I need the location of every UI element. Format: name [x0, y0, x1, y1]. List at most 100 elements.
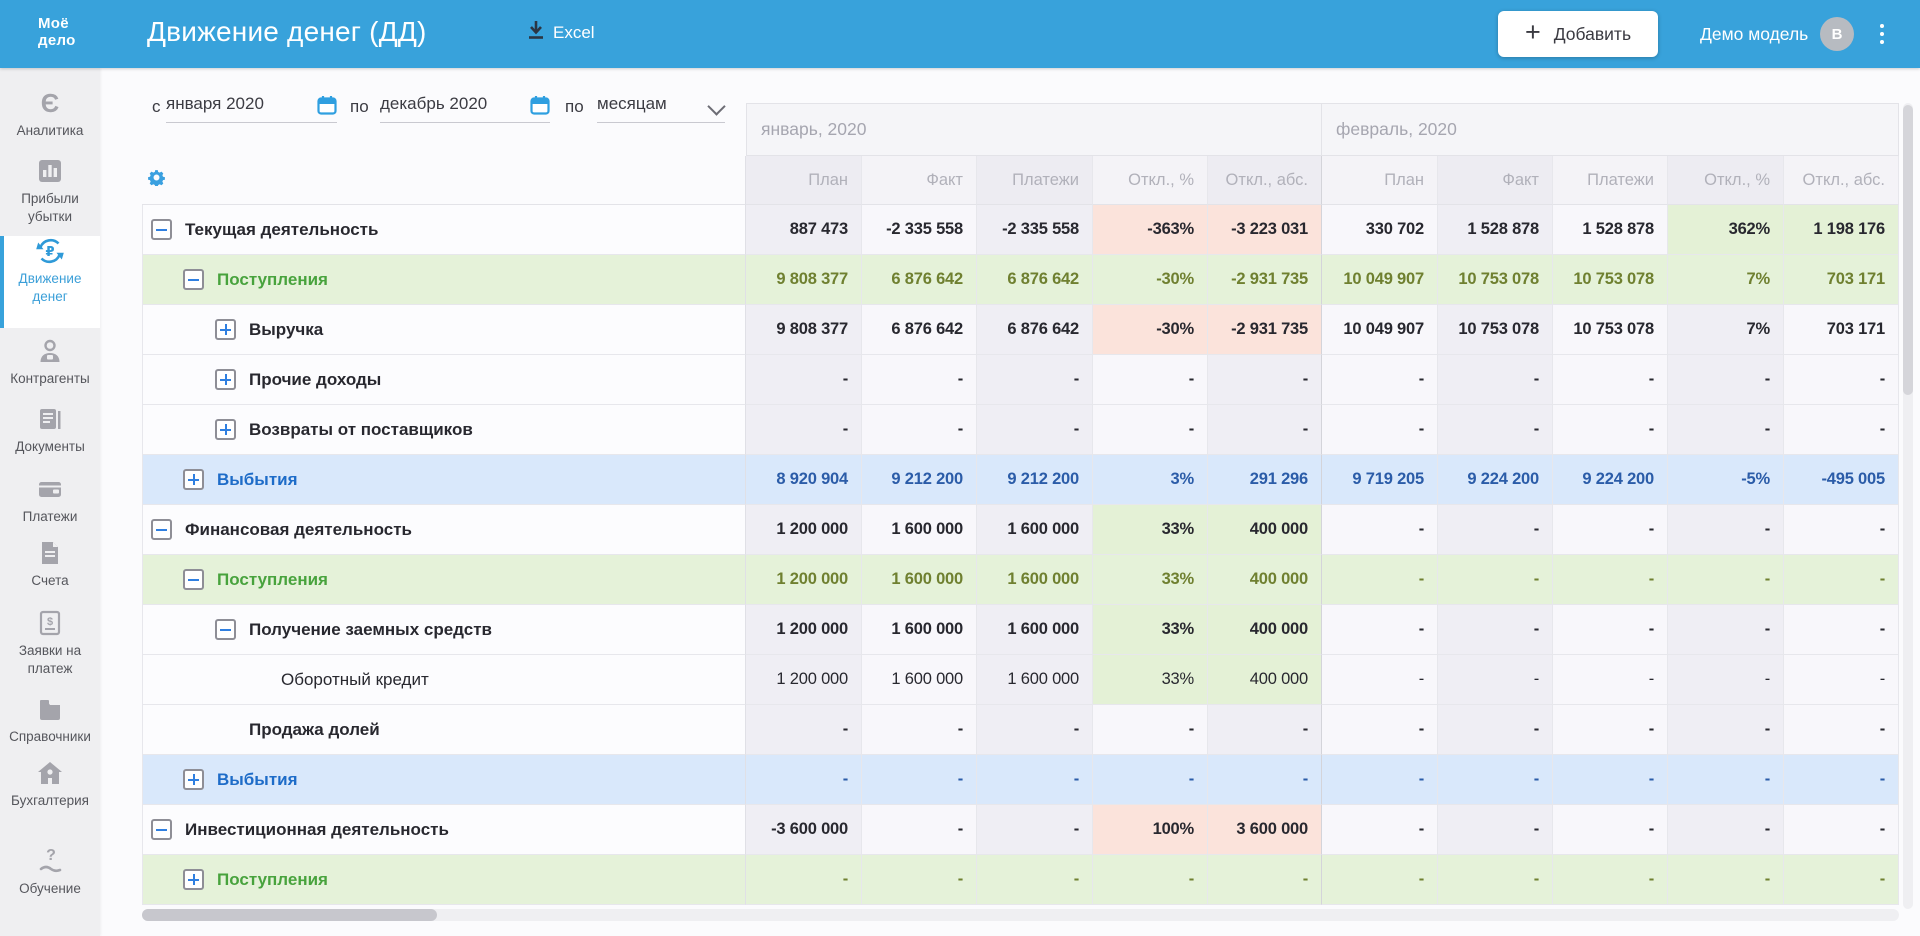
cell: - [1208, 355, 1322, 405]
row-label-text: Выручка [249, 320, 323, 340]
row-label[interactable]: Поступления [142, 855, 746, 905]
cell: 1 198 176 [1784, 205, 1899, 255]
cell: -30% [1093, 305, 1208, 355]
expand-icon[interactable] [215, 319, 236, 340]
cell: - [1784, 805, 1899, 855]
sidebar-item-label: Движение [19, 271, 82, 287]
cell: 100% [1093, 805, 1208, 855]
cell: 1 600 000 [862, 605, 977, 655]
row-label[interactable]: Поступления [142, 555, 746, 605]
cell: - [1784, 505, 1899, 555]
row-label[interactable]: Поступления [142, 255, 746, 305]
cell: - [1322, 555, 1438, 605]
expand-icon[interactable] [183, 469, 204, 490]
cell: - [1784, 755, 1899, 805]
expand-icon[interactable] [183, 869, 204, 890]
excel-export-button[interactable]: Excel [527, 20, 595, 45]
sidebar-item-analytics[interactable]: ЄАналитика [0, 88, 100, 154]
cell: - [746, 755, 862, 805]
sidebar-item-profit-loss[interactable]: Прибылиубытки [0, 156, 100, 238]
cell: - [1668, 405, 1784, 455]
cell: 1 528 878 [1553, 205, 1668, 255]
cash-flow-table: январь, 2020февраль, 2020 ПланФактПлатеж… [142, 103, 1899, 905]
cell: 703 171 [1784, 305, 1899, 355]
app-logo[interactable]: Моё дело [38, 15, 76, 49]
cell: 9 212 200 [977, 455, 1093, 505]
row-label[interactable]: Получение заемных средств [142, 605, 746, 655]
cell: - [1438, 655, 1553, 705]
cell: - [746, 855, 862, 905]
row-label[interactable]: Оборотный кредит [142, 655, 746, 705]
cell: - [977, 755, 1093, 805]
cell: - [1553, 605, 1668, 655]
cell: - [1322, 655, 1438, 705]
row-label[interactable]: Инвестиционная деятельность [142, 805, 746, 855]
cell: - [1322, 405, 1438, 455]
row-label[interactable]: Возвраты от поставщиков [142, 405, 746, 455]
sidebar-item-training[interactable]: ?Обучение [0, 846, 100, 912]
row-label[interactable]: Текущая деятельность [142, 205, 746, 255]
cell: 400 000 [1208, 605, 1322, 655]
row-label[interactable]: Прочие доходы [142, 355, 746, 405]
column-header: План [746, 156, 862, 205]
row-label[interactable]: Выручка [142, 305, 746, 355]
cell: - [977, 805, 1093, 855]
column-header: Факт [862, 156, 977, 205]
collapse-icon[interactable] [151, 219, 172, 240]
cell: 9 212 200 [862, 455, 977, 505]
logo-line2: дело [38, 32, 76, 49]
avatar[interactable]: В [1820, 17, 1854, 51]
sidebar-item-label: Счета [31, 573, 68, 589]
analytics-icon: Є [41, 88, 60, 118]
sidebar-item-payments[interactable]: Платежи [0, 474, 100, 538]
sidebar-item-invoices[interactable]: Счета [0, 538, 100, 602]
sidebar-item-payment-request[interactable]: $Заявки наплатеж [0, 608, 100, 692]
sidebar-item-contractors[interactable]: Контрагенты [0, 336, 100, 400]
table-grid: ПланФактПлатежиОткл., %Откл., абс.ПланФа… [142, 156, 1899, 905]
collapse-icon[interactable] [183, 569, 204, 590]
vertical-scrollbar[interactable] [1903, 103, 1913, 909]
expand-icon[interactable] [215, 369, 236, 390]
collapse-icon[interactable] [183, 269, 204, 290]
report-settings-button[interactable] [148, 169, 173, 191]
download-icon [527, 20, 545, 45]
sidebar-item-documents[interactable]: Документы [0, 404, 100, 468]
payments-icon [37, 474, 63, 504]
sidebar-item-directories[interactable]: Справочники [0, 694, 100, 758]
cell: 33% [1093, 505, 1208, 555]
invoices-icon [37, 538, 63, 568]
collapse-icon[interactable] [151, 819, 172, 840]
account-name[interactable]: Демо модель [1700, 0, 1808, 68]
cell: - [1438, 705, 1553, 755]
collapse-icon[interactable] [215, 619, 236, 640]
row-label-text: Оборотный кредит [281, 670, 429, 690]
horizontal-scrollbar[interactable] [142, 909, 1899, 921]
row-label[interactable]: Продажа долей [142, 705, 746, 755]
cell: - [1438, 855, 1553, 905]
cell: 10 049 907 [1322, 255, 1438, 305]
cell: 1 200 000 [746, 555, 862, 605]
row-label[interactable]: Выбытия [142, 455, 746, 505]
kebab-menu-icon[interactable] [1872, 0, 1892, 68]
add-button[interactable]: + Добавить [1498, 11, 1658, 57]
payment-request-icon: $ [38, 608, 62, 638]
cell: - [1553, 555, 1668, 605]
cell: - [862, 405, 977, 455]
collapse-icon[interactable] [151, 519, 172, 540]
vertical-scrollbar-thumb[interactable] [1903, 105, 1913, 395]
cell: - [1553, 655, 1668, 705]
cell: 10 753 078 [1553, 255, 1668, 305]
sidebar-item-accounting[interactable]: Бухгалтерия [0, 758, 100, 822]
horizontal-scrollbar-thumb[interactable] [142, 909, 437, 921]
svg-text:?: ? [46, 847, 56, 864]
row-label[interactable]: Выбытия [142, 755, 746, 805]
cell: 10 753 078 [1553, 305, 1668, 355]
cell: - [746, 355, 862, 405]
row-label[interactable]: Финансовая деятельность [142, 505, 746, 555]
cell: - [977, 855, 1093, 905]
expand-icon[interactable] [183, 769, 204, 790]
expand-icon[interactable] [215, 419, 236, 440]
cell: - [746, 405, 862, 455]
sidebar-item-cash-flow[interactable]: ₽Движениеденег [0, 236, 100, 328]
column-header: Откл., абс. [1784, 156, 1899, 205]
